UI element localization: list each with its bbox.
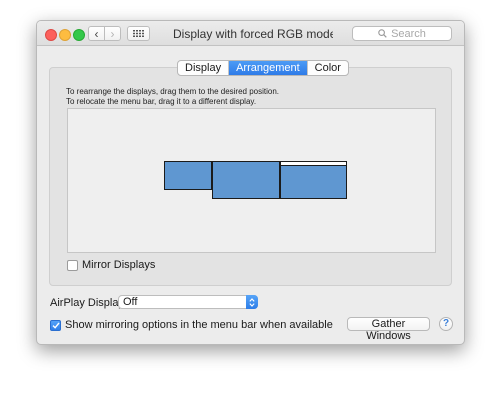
zoom-window-button[interactable] (73, 29, 85, 41)
arrangement-instructions: To rearrange the displays, drag them to … (66, 87, 279, 107)
display-left[interactable] (164, 161, 212, 190)
search-placeholder: Search (391, 27, 426, 40)
mirror-displays-option[interactable]: Mirror Displays (67, 259, 155, 271)
tab-arrangement[interactable]: Arrangement (229, 61, 308, 75)
up-down-arrows-icon (246, 295, 258, 309)
gather-windows-button[interactable]: Gather Windows (347, 317, 430, 342)
minimize-window-button[interactable] (59, 29, 71, 41)
show-mirroring-option[interactable]: Show mirroring options in the menu bar w… (50, 319, 333, 331)
show-mirroring-checkbox[interactable] (50, 319, 61, 331)
system-preferences-window: ‹ › Display with forced RGB mode (EDID S… (36, 20, 465, 345)
display-center[interactable] (212, 161, 280, 199)
display-arrangement-area[interactable] (67, 108, 436, 253)
chevron-right-icon: › (110, 26, 115, 41)
mirror-displays-checkbox[interactable] (67, 259, 78, 271)
airplay-popup[interactable]: Off (118, 295, 258, 309)
checkmark-icon (52, 322, 60, 329)
chevron-left-icon: ‹ (94, 26, 99, 41)
display-right-main[interactable] (280, 161, 347, 199)
magnifier-icon (378, 29, 387, 38)
grid-icon (133, 30, 144, 37)
airplay-label: AirPlay Display: (50, 297, 128, 309)
show-all-button[interactable] (127, 26, 150, 41)
tab-bar: Display Arrangement Color (177, 60, 349, 76)
airplay-value: Off (123, 296, 138, 308)
mirror-displays-label: Mirror Displays (82, 259, 156, 271)
show-mirroring-label: Show mirroring options in the menu bar w… (65, 319, 333, 331)
back-button[interactable]: ‹ (88, 26, 105, 41)
tab-display[interactable]: Display (178, 61, 230, 75)
close-window-button[interactable] (45, 29, 57, 41)
instruction-menu-bar: To relocate the menu bar, drag it to a d… (66, 97, 257, 106)
search-field[interactable]: Search (352, 26, 452, 41)
menu-bar-handle[interactable] (281, 162, 346, 166)
forward-button[interactable]: › (104, 26, 121, 41)
help-button[interactable]: ? (439, 317, 453, 331)
window-title: Display with forced RGB mode (EDID (173, 27, 333, 41)
instruction-rearrange: To rearrange the displays, drag them to … (66, 87, 280, 96)
title-bar: ‹ › Display with forced RGB mode (EDID S… (37, 21, 464, 46)
tab-color[interactable]: Color (308, 61, 348, 75)
